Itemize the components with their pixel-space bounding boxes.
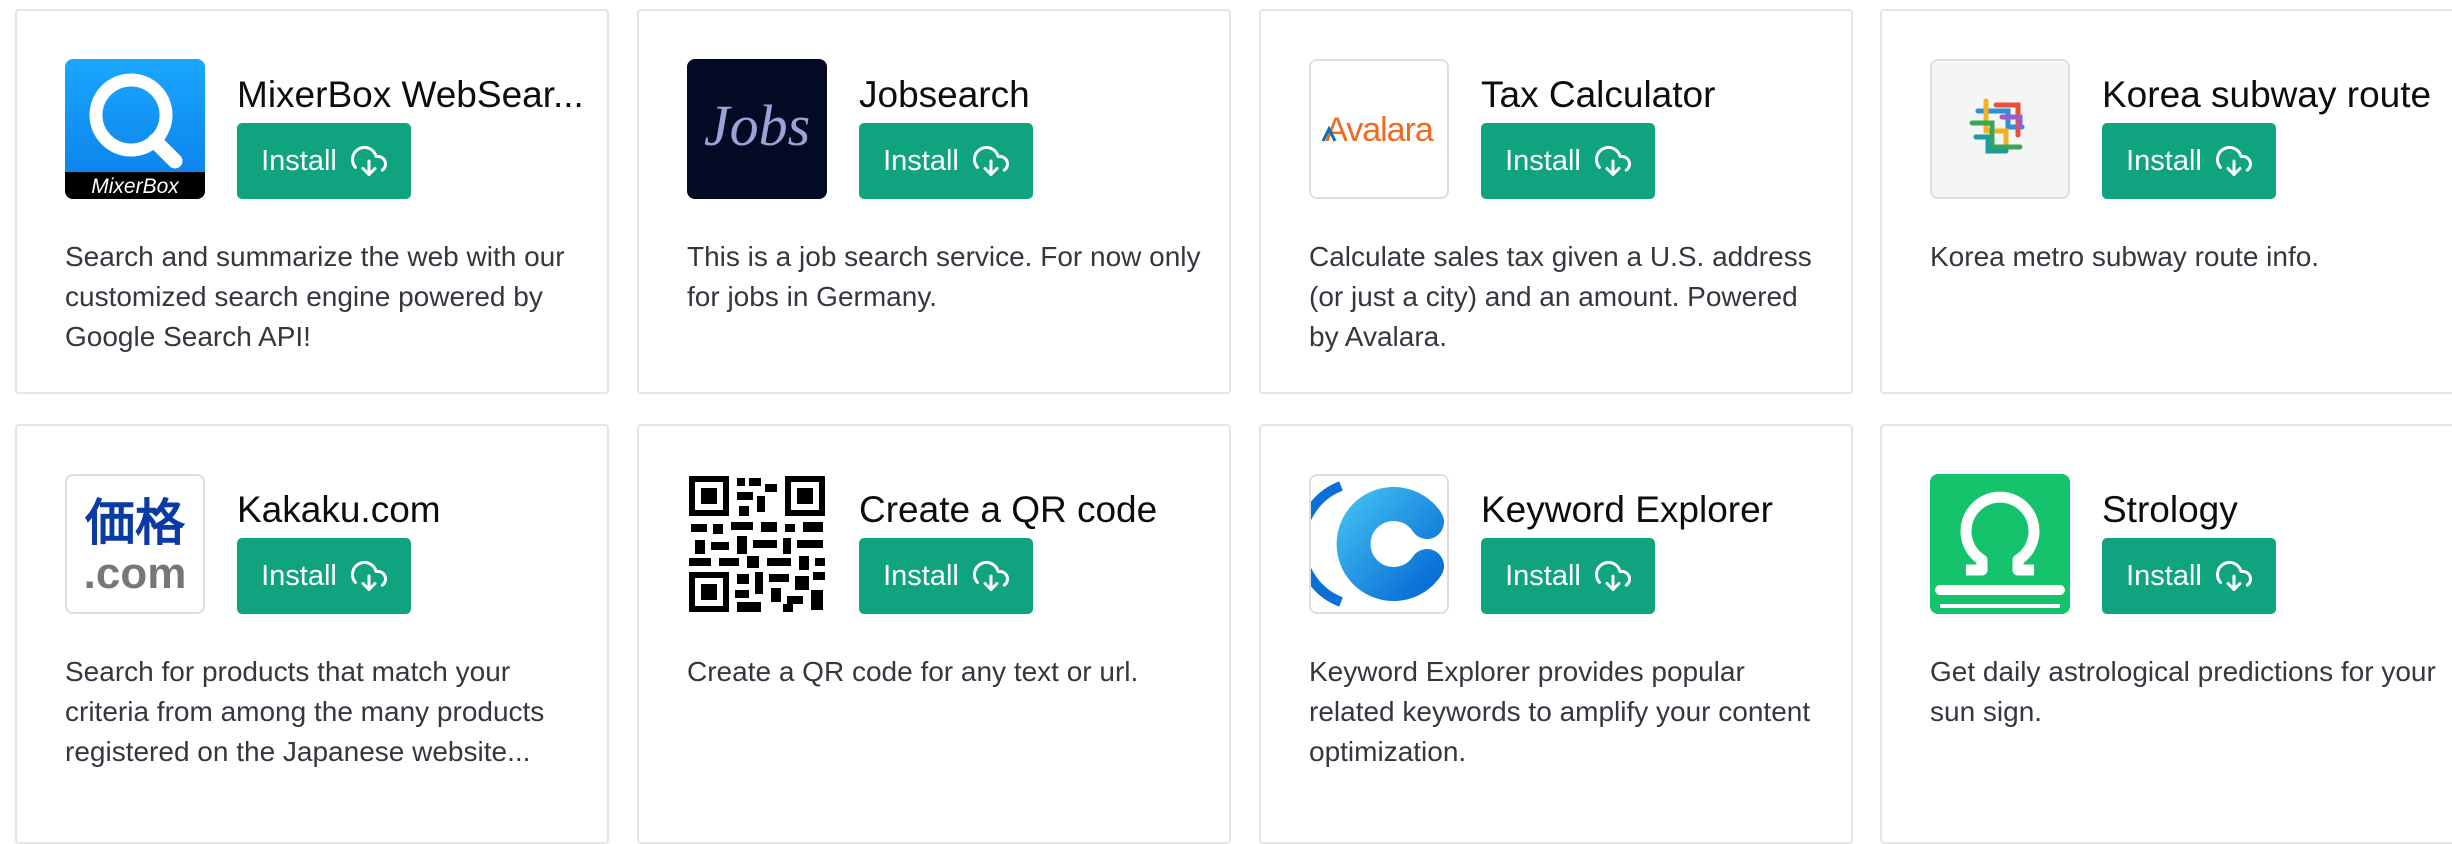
plugin-card-tax-calculator[interactable]: Avalara Tax Calculator Install Calculate… [1259, 9, 1853, 394]
plugin-card-qr-code[interactable]: Create a QR code Install Create a QR cod… [637, 424, 1231, 844]
plugin-title: Jobsearch [859, 74, 1030, 115]
install-button[interactable]: Install [2102, 538, 2276, 614]
plugin-title: Create a QR code [859, 489, 1158, 530]
plugin-title: Strology [2102, 489, 2238, 530]
avalara-logo: Avalara [1309, 59, 1449, 199]
strology-logo [1930, 474, 2070, 614]
plugin-description: Create a QR code for any text or url. [687, 656, 1139, 687]
plugin-card-mixerbox[interactable]: MixerBox MixerBox WebSear... Install Sea… [15, 9, 609, 394]
cloud-download-icon [1594, 560, 1631, 591]
plugin-description: This is a job search service. For now on… [687, 241, 1201, 312]
plugin-card-strology[interactable]: Strology Install Get daily astrological … [1880, 424, 2452, 844]
install-button[interactable]: Install [1481, 123, 1655, 199]
plugin-description: Search and summarize the web with our cu… [65, 241, 565, 352]
install-button[interactable]: Install [237, 123, 411, 199]
cloud-download-icon [972, 145, 1009, 176]
plugin-grid: MixerBox MixerBox WebSear... Install Sea… [0, 0, 2452, 844]
install-label: Install [2126, 144, 2202, 177]
jobs-logo: Jobs [687, 59, 827, 199]
install-button[interactable]: Install [237, 538, 411, 614]
install-label: Install [261, 144, 337, 177]
svg-text:.com: .com [84, 549, 187, 598]
plugin-title: Keyword Explorer [1481, 489, 1774, 530]
plugin-card-kakaku[interactable]: 価格 .com Kakaku.com Install Search for pr… [15, 424, 609, 844]
plugin-description: Keyword Explorer provides popular relate… [1309, 656, 1811, 767]
cloud-download-icon [350, 145, 387, 176]
cloud-download-icon [2215, 560, 2252, 591]
install-button[interactable]: Install [1481, 538, 1655, 614]
qr-code-logo [687, 474, 827, 614]
plugin-card-keyword-explorer[interactable]: Keyword Explorer Install Keyword Explore… [1259, 424, 1853, 844]
plugin-title: MixerBox WebSear... [237, 74, 584, 115]
plugin-description: Get daily astrological predictions for y… [1930, 656, 2436, 727]
kakaku-logo: 価格 .com [65, 474, 205, 614]
svg-text:価格: 価格 [84, 494, 186, 552]
install-label: Install [1505, 144, 1581, 177]
subway-map-logo [1930, 59, 2070, 199]
install-button[interactable]: Install [859, 538, 1033, 614]
install-label: Install [261, 559, 337, 592]
plugin-title: Kakaku.com [237, 489, 441, 530]
plugin-title: Korea subway route [2102, 74, 2432, 115]
cloud-download-icon [972, 560, 1009, 591]
plugin-description: Korea metro subway route info. [1930, 241, 2320, 272]
install-button[interactable]: Install [859, 123, 1033, 199]
keyword-explorer-logo [1309, 474, 1449, 614]
cloud-download-icon [350, 560, 387, 591]
cloud-download-icon [1594, 145, 1631, 176]
install-label: Install [1505, 559, 1581, 592]
install-label: Install [883, 559, 959, 592]
install-label: Install [883, 144, 959, 177]
mixerbox-logo: MixerBox [65, 59, 205, 199]
install-button[interactable]: Install [2102, 123, 2276, 199]
plugin-description: Search for products that match your crit… [65, 656, 545, 767]
svg-text:Jobs: Jobs [704, 93, 810, 158]
svg-text:Avalara: Avalara [1325, 111, 1434, 149]
plugin-title: Tax Calculator [1481, 74, 1716, 115]
install-label: Install [2126, 559, 2202, 592]
cloud-download-icon [2215, 145, 2252, 176]
plugin-description: Calculate sales tax given a U.S. address… [1309, 241, 1812, 352]
svg-text:MixerBox: MixerBox [91, 175, 180, 198]
plugin-card-jobsearch[interactable]: Jobs Jobsearch Install This is a job sea… [637, 9, 1231, 394]
plugin-card-korea-subway[interactable]: Korea subway route Install Korea metro s… [1880, 9, 2452, 394]
